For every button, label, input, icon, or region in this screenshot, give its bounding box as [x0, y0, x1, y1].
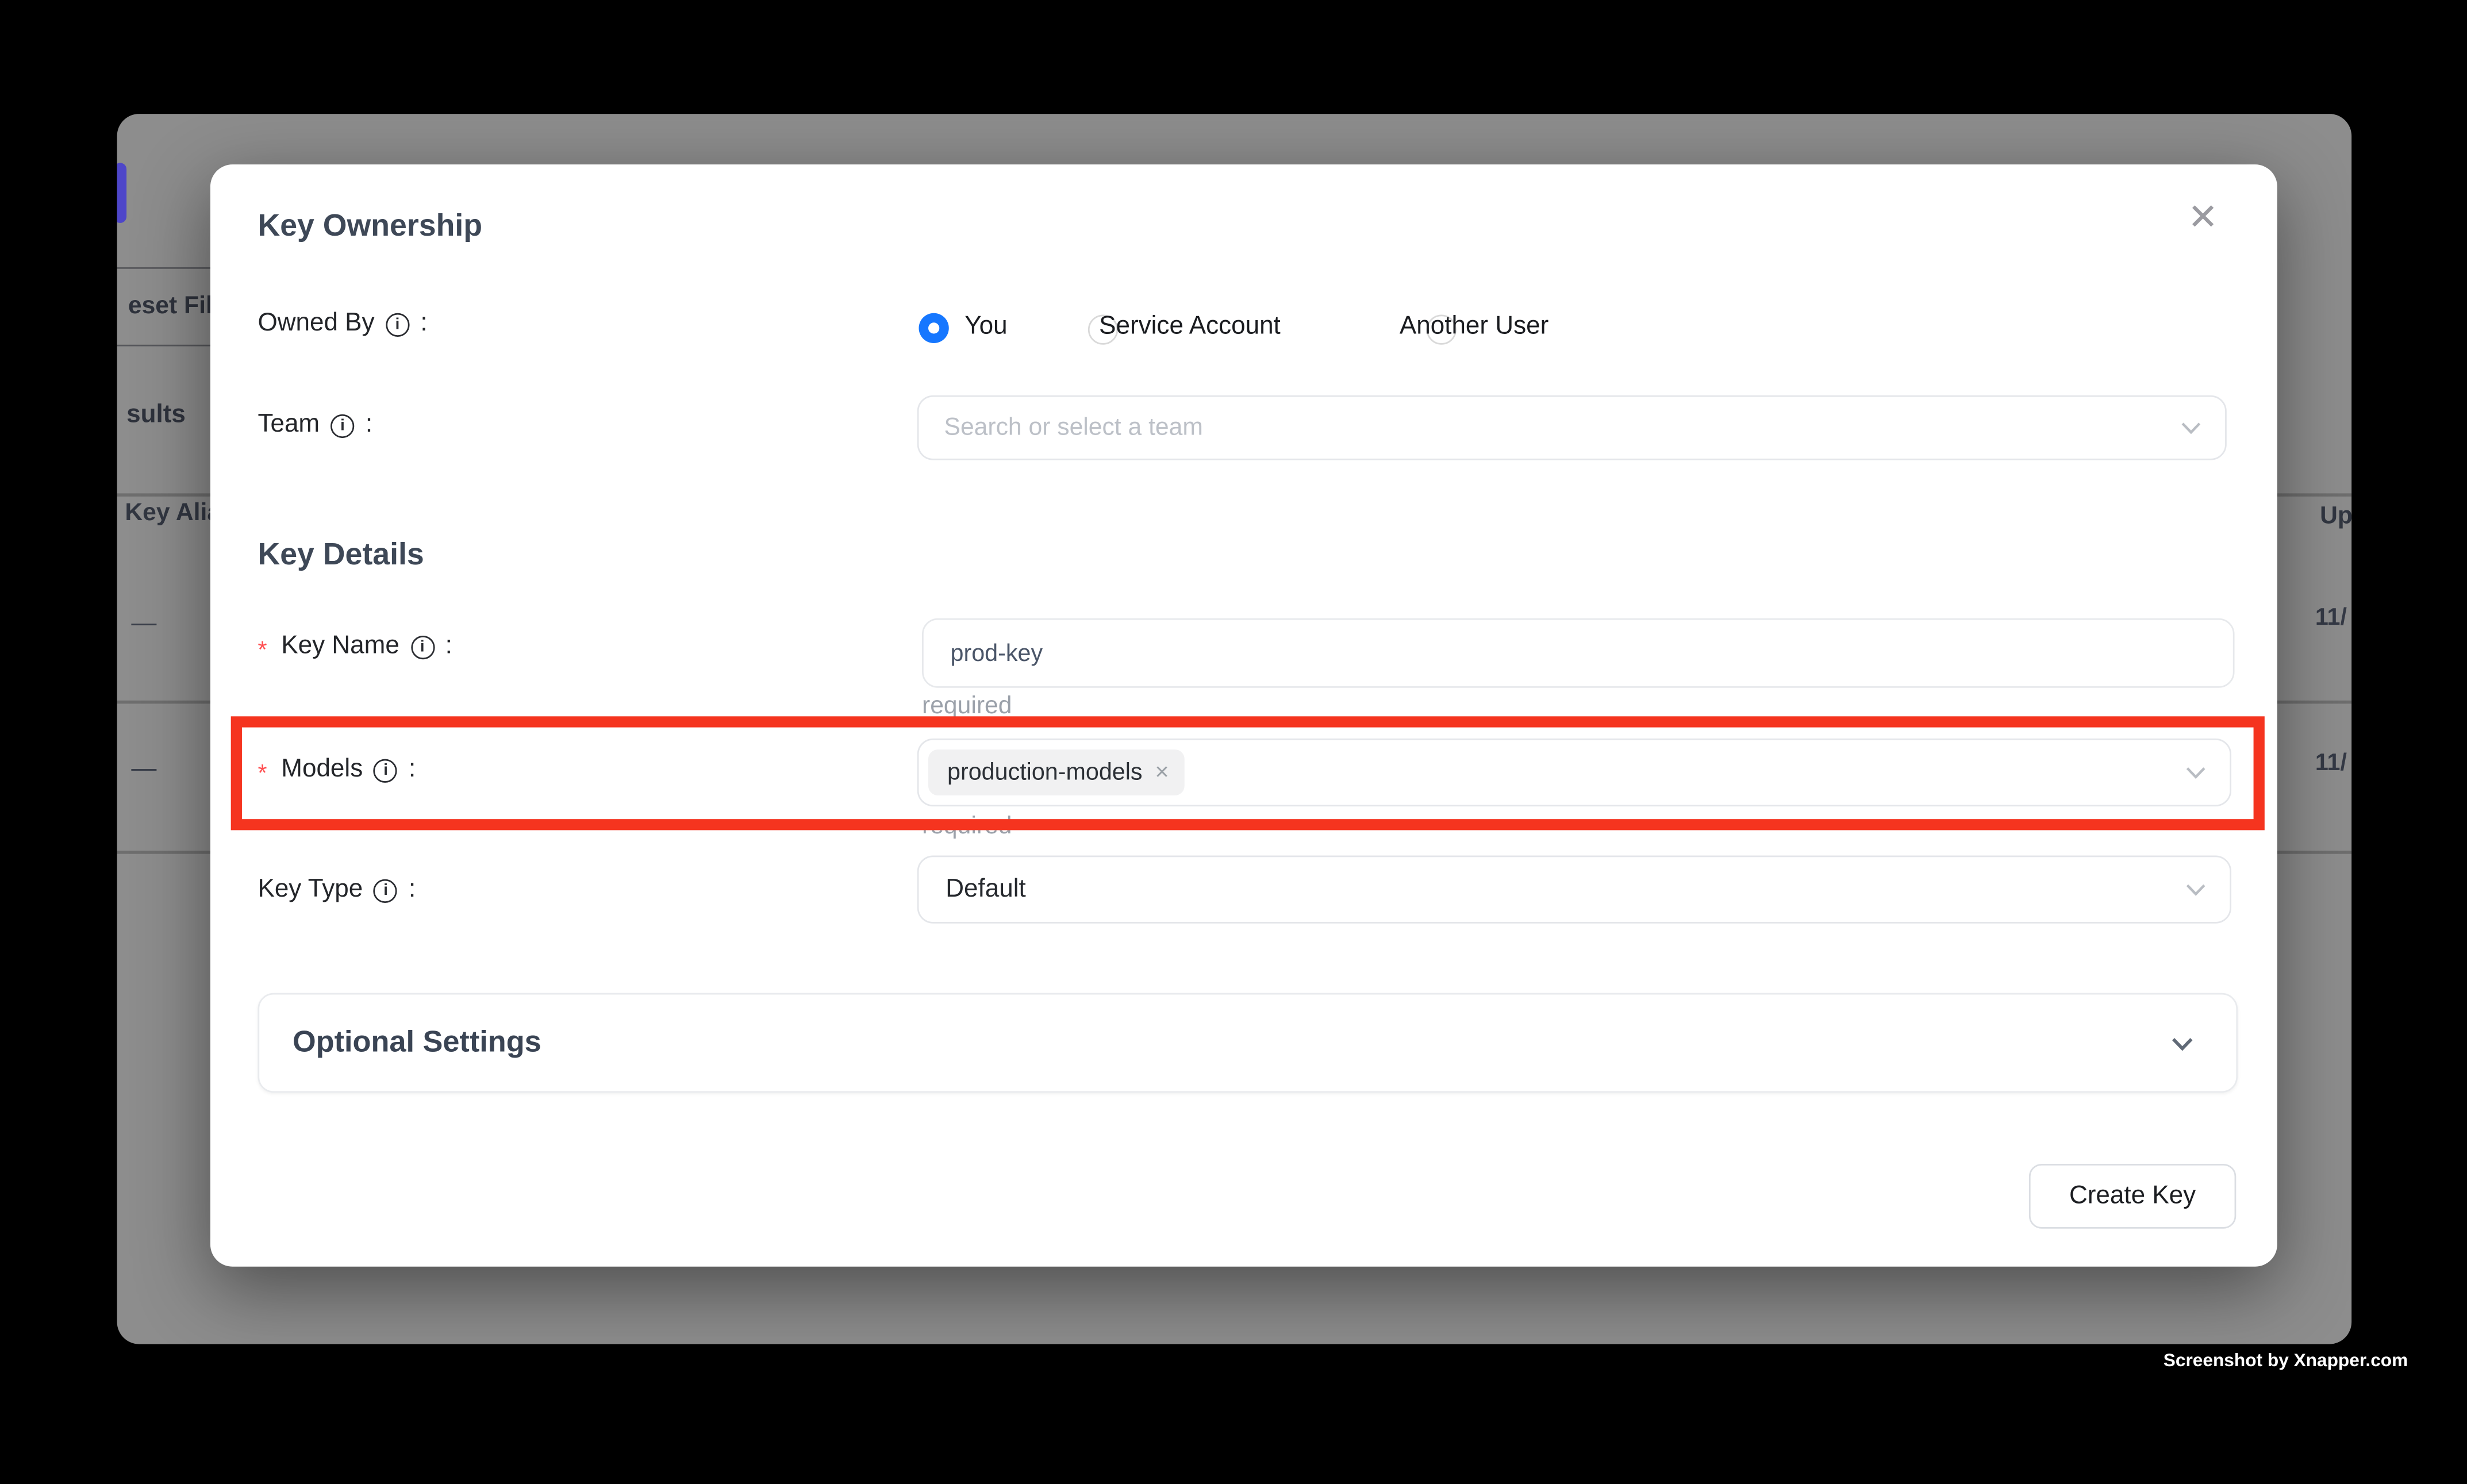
team-select[interactable]: Search or select a team: [917, 395, 2227, 460]
selected-model-tag-text: production-models: [947, 759, 1143, 786]
label-colon: :: [420, 310, 427, 339]
info-glyph: i: [383, 762, 388, 779]
radio-service-account-label[interactable]: Service Account: [1099, 313, 1281, 342]
info-icon[interactable]: i: [374, 758, 397, 782]
create-key-modal: ✕ Key Ownership Owned By i : You Service…: [210, 164, 2277, 1267]
optional-settings-header[interactable]: Optional Settings: [258, 993, 2238, 1093]
optional-settings-title: Optional Settings: [293, 1025, 541, 1060]
key-type-value: Default: [946, 875, 1025, 904]
models-validation-message: required: [922, 813, 1012, 841]
key-name-value: prod-key: [951, 640, 1043, 667]
column-header-updated: Up: [2320, 503, 2351, 532]
table-row-key-alias: —: [131, 756, 156, 785]
required-asterisk: *: [258, 760, 267, 787]
info-glyph: i: [340, 417, 345, 434]
screenshot-canvas: eset Filt sults Key Alia Up — 11/ — 11/ …: [0, 0, 2467, 1483]
key-type-label: Key Type i :: [258, 876, 416, 905]
info-icon[interactable]: i: [331, 413, 354, 437]
radio-another-user-label[interactable]: Another User: [1400, 313, 1548, 342]
owned-by-label-text: Owned By: [258, 310, 374, 339]
tag-remove-icon[interactable]: ×: [1155, 759, 1169, 786]
chevron-down-icon: [2179, 416, 2203, 440]
info-glyph: i: [395, 316, 400, 333]
section-title-key-ownership: Key Ownership: [258, 209, 482, 245]
chevron-down-icon: [2170, 1030, 2195, 1055]
key-type-label-text: Key Type: [258, 876, 363, 905]
chevron-down-icon: [2184, 760, 2208, 784]
create-key-accent-pill: [117, 163, 127, 223]
create-key-button-label: Create Key: [2069, 1182, 2196, 1211]
create-key-button[interactable]: Create Key: [2029, 1164, 2236, 1229]
owned-by-label: Owned By i :: [258, 310, 427, 339]
close-button[interactable]: ✕: [2176, 190, 2230, 244]
models-label: * Models i :: [258, 756, 416, 785]
table-row-updated-date: 11/: [2315, 749, 2347, 776]
chevron-down-icon: [2184, 878, 2208, 901]
label-colon: :: [366, 411, 372, 440]
key-name-input[interactable]: prod-key: [922, 618, 2235, 688]
section-title-key-details: Key Details: [258, 537, 424, 574]
close-icon: ✕: [2188, 195, 2218, 238]
table-row-updated-date: 11/: [2315, 604, 2347, 631]
key-type-select[interactable]: Default: [917, 855, 2231, 923]
info-icon[interactable]: i: [386, 312, 409, 336]
label-colon: :: [445, 633, 452, 662]
table-row-key-alias: —: [131, 610, 156, 639]
watermark-credit: Screenshot by Xnapper.com: [2164, 1352, 2408, 1371]
radio-you[interactable]: [919, 313, 948, 343]
label-colon: :: [409, 876, 416, 905]
info-glyph: i: [420, 638, 425, 655]
key-name-validation-message: required: [922, 693, 1012, 721]
models-label-text: Models: [281, 756, 363, 785]
info-icon[interactable]: i: [410, 635, 434, 659]
column-header-key-alias: Key Alia: [125, 499, 221, 528]
info-glyph: i: [383, 882, 388, 899]
models-select[interactable]: production-models ×: [917, 739, 2231, 806]
team-label: Team i :: [258, 411, 372, 440]
reset-filters-label-fragment: eset Filt: [128, 293, 221, 321]
required-asterisk: *: [258, 636, 267, 663]
team-select-placeholder: Search or select a team: [944, 413, 1203, 442]
key-name-label: * Key Name i :: [258, 633, 452, 662]
radio-you-label[interactable]: You: [964, 313, 1007, 342]
label-colon: :: [409, 756, 416, 785]
selected-model-tag: production-models ×: [928, 749, 1185, 795]
team-label-text: Team: [258, 411, 320, 440]
info-icon[interactable]: i: [374, 878, 397, 902]
key-name-label-text: Key Name: [281, 633, 399, 662]
results-count-fragment: sults: [126, 402, 186, 430]
